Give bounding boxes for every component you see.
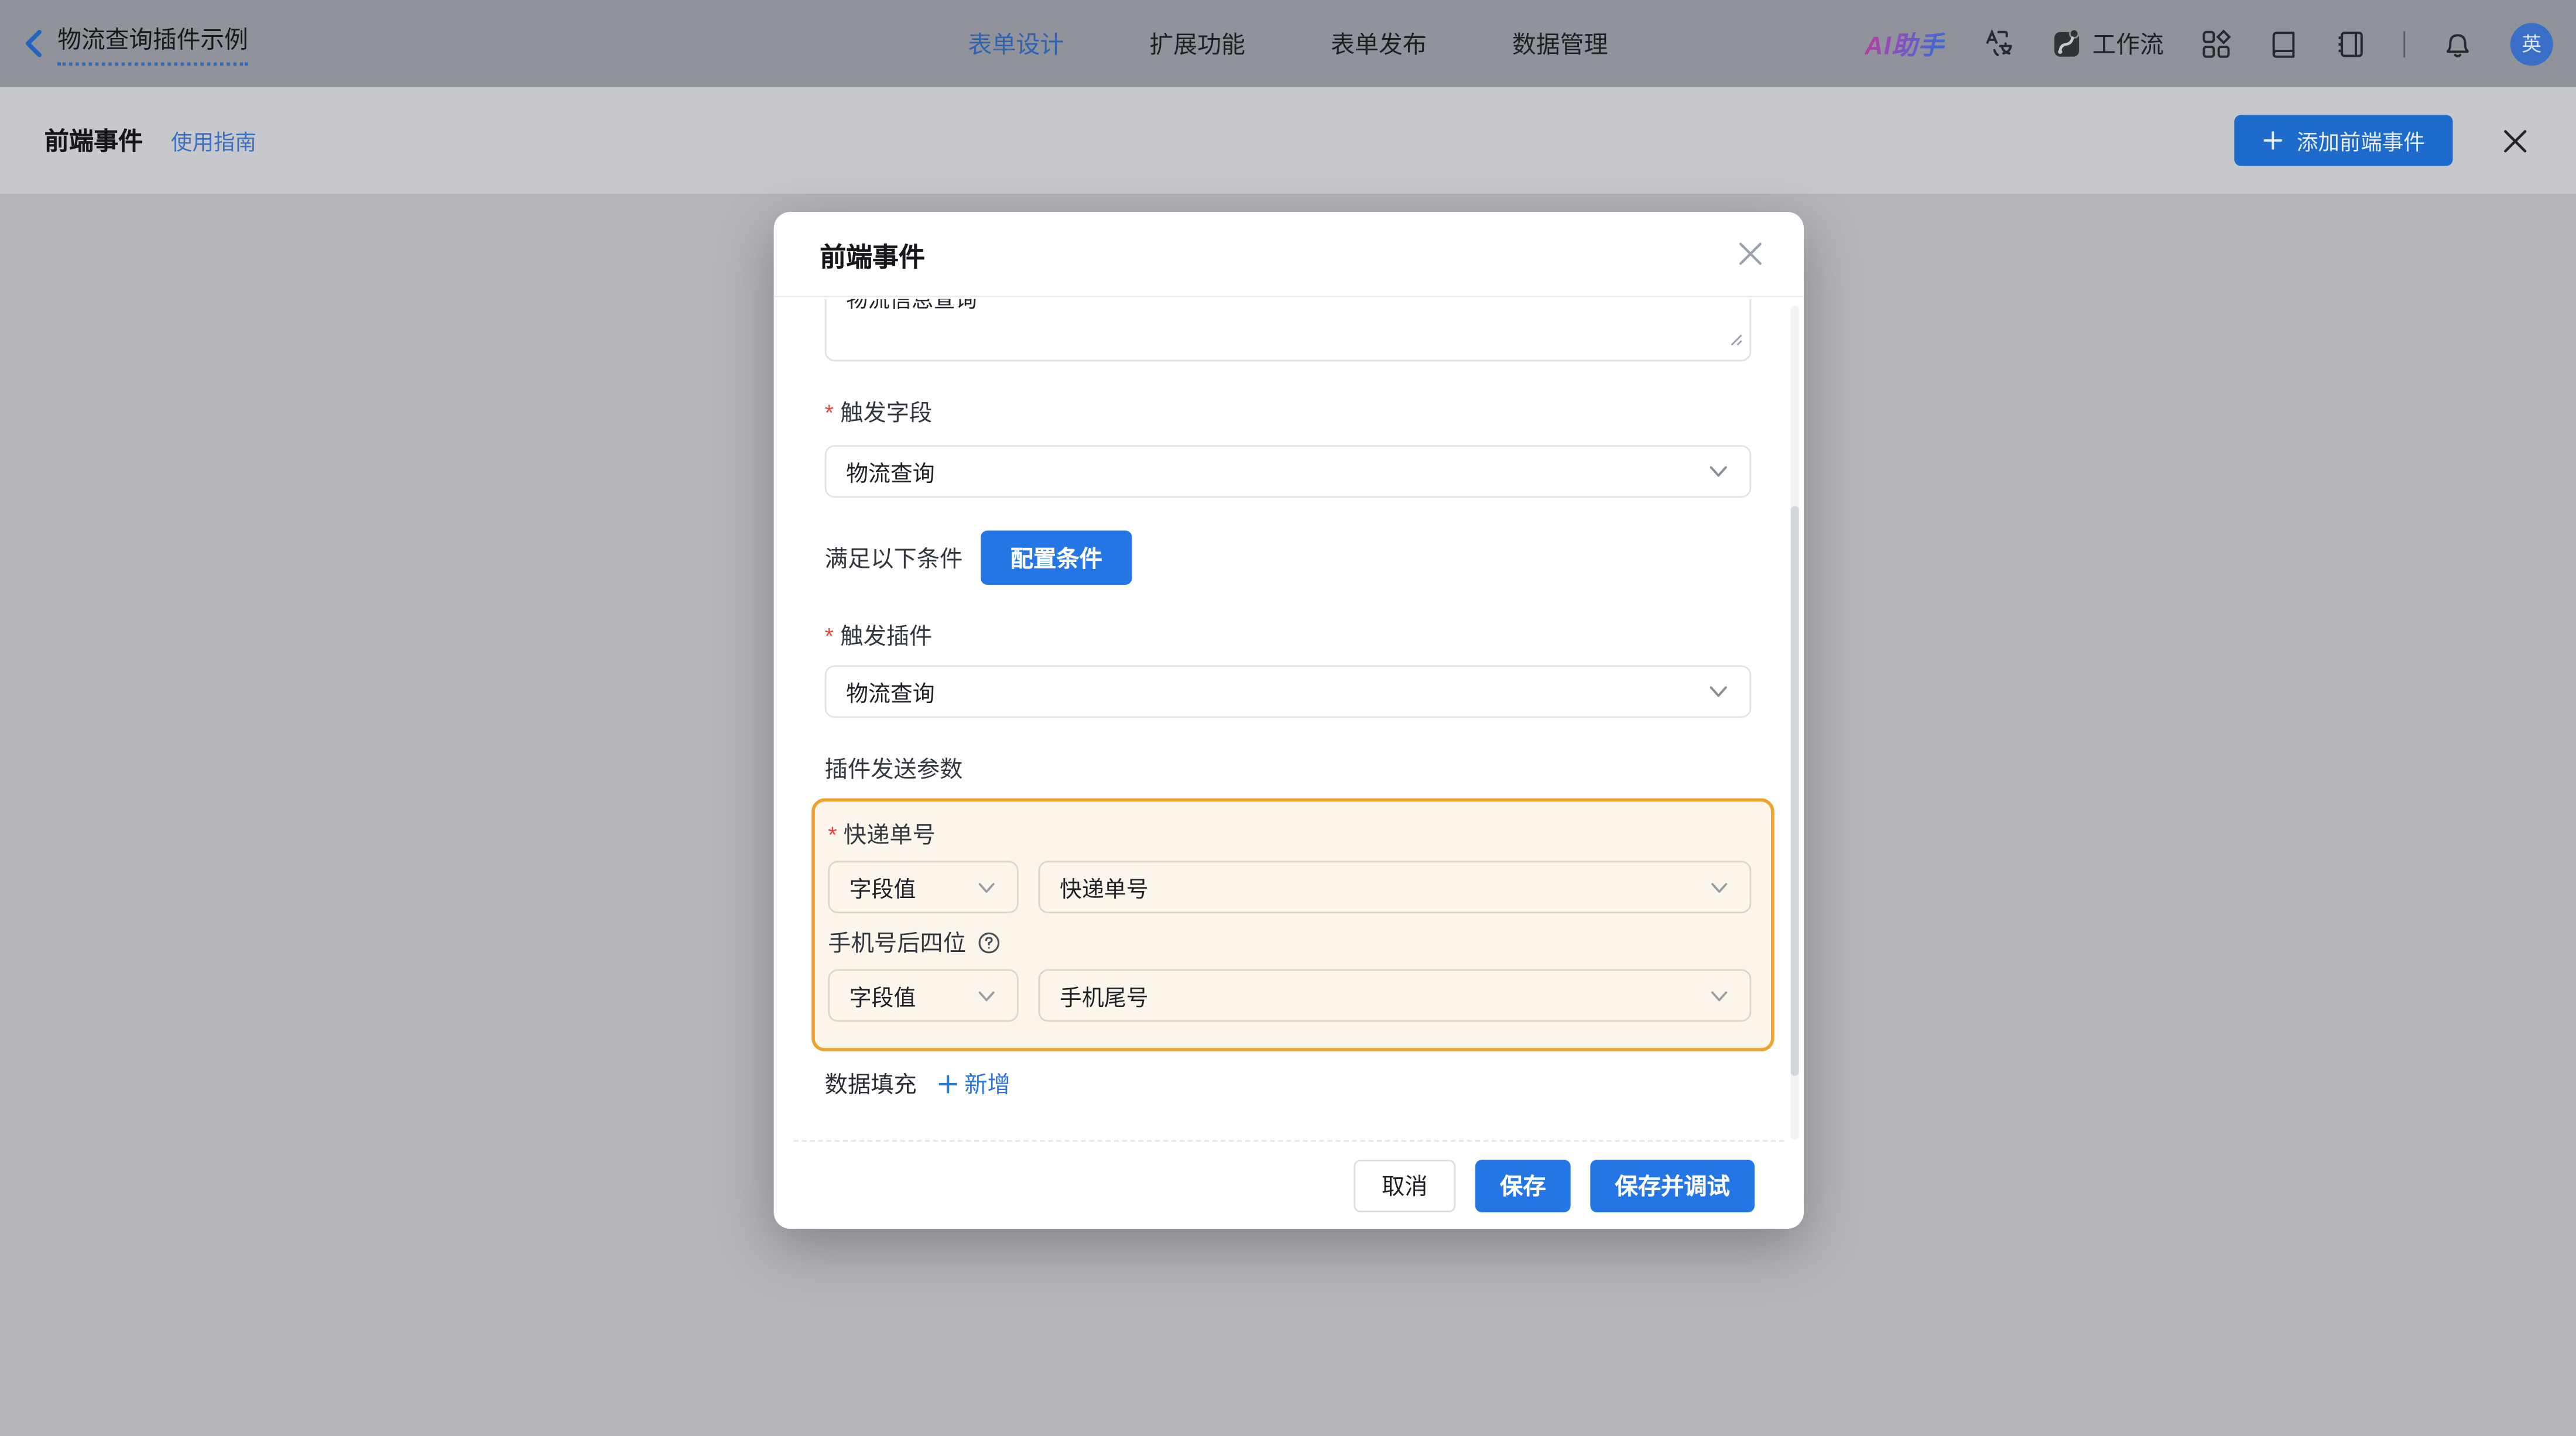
- help-question-icon[interactable]: [978, 931, 1001, 954]
- required-asterisk: *: [824, 622, 834, 649]
- journal-icon[interactable]: [2336, 29, 2366, 59]
- param-type-value: 字段值: [849, 877, 916, 902]
- modal-close-icon[interactable]: [1738, 241, 1763, 266]
- modal-scrollbar-thumb[interactable]: [1790, 506, 1799, 1077]
- param-express-no-label: * 快递单号: [828, 821, 936, 848]
- condition-label: 满足以下条件: [824, 544, 963, 571]
- trigger-field-value: 物流查询: [846, 461, 935, 486]
- event-name-textarea[interactable]: 物流信息查询: [824, 299, 1752, 362]
- book-icon[interactable]: [2269, 29, 2298, 59]
- save-button[interactable]: 保存: [1475, 1159, 1571, 1212]
- param-express-no-type-select[interactable]: 字段值: [828, 861, 1019, 914]
- navbar-divider: [2403, 30, 2406, 57]
- plugin-params-box: * 快递单号 字段值 快递单号 手机号后四位 字段值 手机尾号: [811, 798, 1775, 1051]
- param-field-value: 快递单号: [1059, 877, 1149, 902]
- trigger-plugin-select[interactable]: 物流查询: [824, 665, 1752, 718]
- param-field-value: 手机尾号: [1059, 985, 1149, 1010]
- param-type-value: 字段值: [849, 985, 916, 1010]
- add-frontend-event-label: 添加前端事件: [2296, 129, 2425, 155]
- workflow-icon: [2053, 28, 2079, 57]
- workflow-button[interactable]: 工作流: [2051, 26, 2164, 61]
- modal-header: 前端事件: [773, 212, 1804, 297]
- frontend-event-modal: 前端事件 物流信息查询 * 触发字段 物流查询 满足以下条件 配置条件 * 触发…: [773, 211, 1804, 1229]
- translate-icon[interactable]: [1982, 28, 2013, 59]
- data-fill-label: 数据填充: [824, 1071, 917, 1098]
- tab-extensions[interactable]: 扩展功能: [1149, 26, 1245, 61]
- plus-icon: [2263, 131, 2282, 150]
- chevron-down-icon: [976, 985, 997, 1006]
- save-and-debug-button[interactable]: 保存并调试: [1590, 1159, 1755, 1212]
- tab-data-manage[interactable]: 数据管理: [1512, 26, 1608, 61]
- navbar-right: AI助手 工作流 英: [1865, 22, 2576, 65]
- chevron-down-icon: [976, 876, 997, 897]
- configure-condition-button[interactable]: 配置条件: [981, 530, 1132, 585]
- param-phone-tail-label: 手机号后四位: [828, 930, 1001, 956]
- panel-close-icon[interactable]: [2502, 127, 2529, 153]
- cancel-button[interactable]: 取消: [1354, 1159, 1456, 1212]
- panel-title: 前端事件: [44, 128, 143, 156]
- required-asterisk: *: [824, 399, 834, 426]
- workflow-label: 工作流: [2092, 33, 2164, 60]
- user-avatar[interactable]: 英: [2510, 22, 2553, 65]
- param-phone-tail-type-select[interactable]: 字段值: [828, 969, 1019, 1022]
- panel-header-right: 添加前端事件: [2234, 115, 2532, 166]
- trigger-field-select[interactable]: 物流查询: [824, 445, 1752, 498]
- modal-body: 物流信息查询 * 触发字段 物流查询 满足以下条件 配置条件 * 触发插件 物流…: [774, 299, 1804, 1140]
- tab-form-publish[interactable]: 表单发布: [1331, 26, 1427, 61]
- condition-row: 满足以下条件 配置条件: [825, 530, 1132, 585]
- trigger-field-label: * 触发字段: [824, 399, 933, 426]
- trigger-plugin-label: * 触发插件: [824, 622, 933, 649]
- app-window: 物流查询插件示例 表单设计 扩展功能 表单发布 数据管理 AI助手 工作流 英 …: [0, 0, 2576, 1436]
- add-frontend-event-button[interactable]: 添加前端事件: [2234, 115, 2453, 166]
- trigger-plugin-value: 物流查询: [846, 681, 935, 707]
- usage-guide-link[interactable]: 使用指南: [171, 125, 256, 156]
- top-navbar: 物流查询插件示例 表单设计 扩展功能 表单发布 数据管理 AI助手 工作流 英: [0, 0, 2576, 87]
- data-fill-add-link[interactable]: 新增: [936, 1068, 1010, 1101]
- notification-bell-icon[interactable]: [2443, 29, 2473, 59]
- param-express-no-field-select[interactable]: 快递单号: [1038, 861, 1752, 914]
- required-asterisk: *: [828, 821, 837, 848]
- app-title: 物流查询插件示例: [57, 21, 248, 66]
- back-button[interactable]: [23, 30, 43, 58]
- event-name-value: 物流信息查询: [846, 299, 978, 313]
- modal-footer: 取消 保存 保存并调试: [793, 1140, 1784, 1229]
- resize-handle-icon[interactable]: [1730, 324, 1743, 355]
- modal-scrollbar-track[interactable]: [1790, 305, 1799, 1140]
- chevron-down-icon: [1708, 985, 1729, 1006]
- plus-icon: [938, 1075, 957, 1094]
- apps-grid-icon[interactable]: [2201, 29, 2231, 59]
- modal-title: 前端事件: [820, 244, 925, 272]
- params-section-label: 插件发送参数: [824, 755, 963, 782]
- main-tabs: 表单设计 扩展功能 表单发布 数据管理: [968, 26, 1608, 61]
- tab-form-design[interactable]: 表单设计: [968, 26, 1064, 61]
- chevron-down-icon: [1707, 460, 1730, 483]
- back-chevron-icon: [26, 30, 42, 57]
- frontend-event-panel-header: 前端事件 使用指南 添加前端事件: [0, 87, 2576, 196]
- param-phone-tail-field-select[interactable]: 手机尾号: [1038, 969, 1752, 1022]
- navbar-left: 物流查询插件示例: [0, 21, 248, 66]
- chevron-down-icon: [1707, 680, 1730, 703]
- ai-assistant-button[interactable]: AI助手: [1865, 25, 1944, 61]
- chevron-down-icon: [1708, 876, 1729, 897]
- data-fill-row: 数据填充 新增: [825, 1068, 1010, 1101]
